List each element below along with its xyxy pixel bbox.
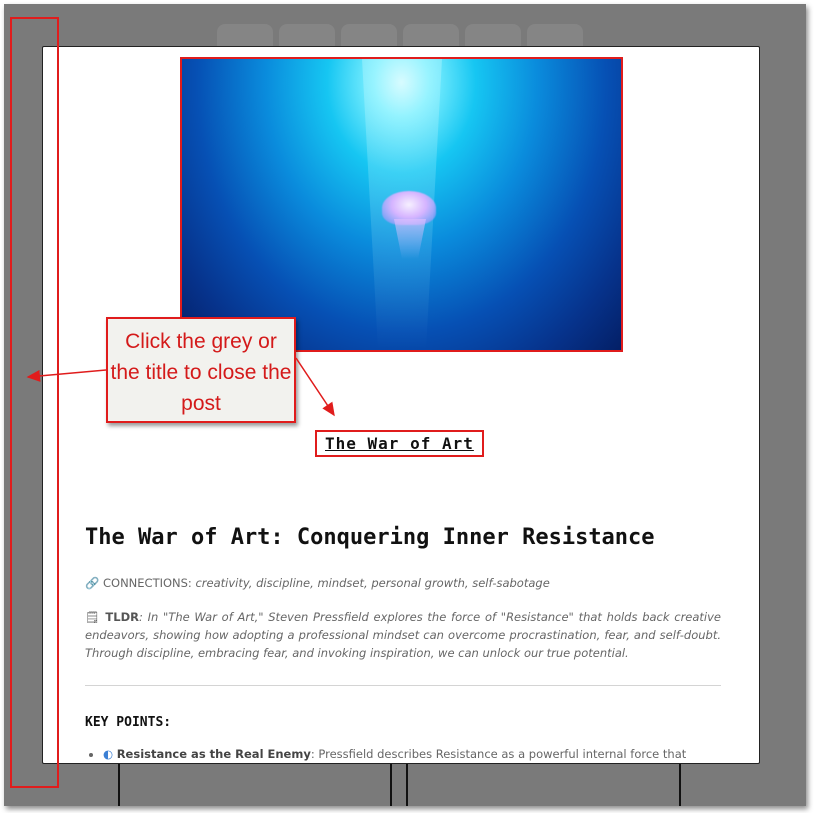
arrow-to-grey <box>26 369 107 382</box>
arrow-to-title <box>295 357 335 417</box>
annotation-arrows <box>26 357 335 417</box>
